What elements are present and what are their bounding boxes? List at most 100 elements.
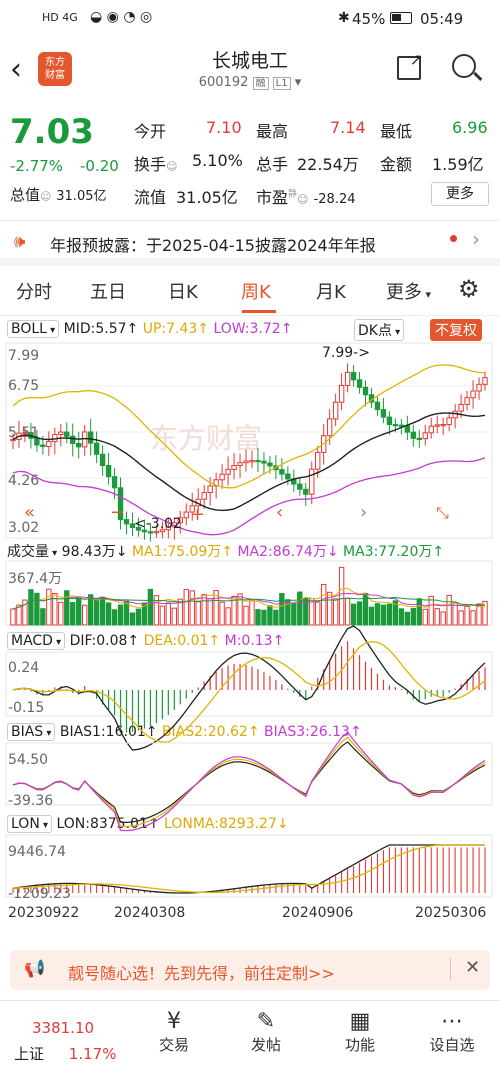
candle-body <box>207 485 213 494</box>
zoom-out-icon[interactable]: − <box>110 502 125 523</box>
turnover-value: 5.10% <box>192 151 243 170</box>
volume-bar <box>434 608 440 626</box>
volume-bar <box>58 601 64 626</box>
volume-bar <box>416 598 422 626</box>
low-value: 6.96 <box>452 118 488 137</box>
candle-body <box>279 469 285 475</box>
settings-icon[interactable]: ⚙ <box>458 275 480 303</box>
volume-bar <box>201 594 207 626</box>
share-icon[interactable]: ↗ <box>397 50 423 80</box>
bottom-nav: 3381.10 上证 1.17% ¥ 交易 ✎ 发帖 ▦ 功能 ⋯ 设自选 <box>0 1000 500 1083</box>
volume-bar <box>368 606 375 626</box>
boll-y-label: 4.26 <box>8 473 39 489</box>
tab-weekly-k[interactable]: 周K <box>241 278 271 304</box>
volume-bar <box>374 603 381 626</box>
candle-body <box>10 438 16 442</box>
low-label: 最低 <box>380 122 413 141</box>
volume-label: 总手 <box>256 155 289 174</box>
more-dots-icon: ⋯ <box>441 1009 463 1034</box>
candle-body <box>201 492 207 500</box>
volume-bar <box>243 605 249 626</box>
kline-chart[interactable]: 东方财富 7.99 6.75 5.51 4.26 3.02 7.99-> <-3… <box>0 340 500 920</box>
candle-body <box>231 465 237 470</box>
stock-title: 长城电工 <box>211 50 288 72</box>
zoom-in-icon[interactable]: + <box>190 504 205 525</box>
volume-bar <box>34 592 40 626</box>
tab-five-day[interactable]: 五日 <box>90 278 126 304</box>
float-label: 流值 <box>134 188 167 207</box>
candle-body <box>404 425 411 433</box>
volume-bar <box>64 590 70 626</box>
candle-body <box>338 384 345 403</box>
volume-bar <box>111 609 118 626</box>
watermark: 东方财富 <box>150 423 262 454</box>
volume-bar <box>225 607 231 626</box>
yen-icon: ¥ <box>167 1009 181 1034</box>
speaker-icon: 🕪 <box>14 231 26 252</box>
candle-body <box>392 424 399 427</box>
fullscreen-icon[interactable]: ⤡ <box>436 503 449 522</box>
search-icon[interactable] <box>452 54 483 81</box>
tab-intraday[interactable]: 分时 <box>16 278 52 304</box>
index-ticker[interactable]: 3381.10 上证 1.17% <box>14 1019 124 1064</box>
stock-code-line: 600192 融 L1 ▾ <box>198 75 302 90</box>
volume-bar <box>338 566 345 626</box>
turnover-row: 换手☺ <box>134 155 178 174</box>
volume-bar <box>183 588 189 626</box>
candle-body <box>46 440 52 448</box>
candle-body <box>326 418 333 437</box>
min-note: <-3.02 <box>134 516 182 532</box>
megaphone-icon: 📢 <box>24 959 46 979</box>
more-button[interactable]: 更多 <box>431 182 489 206</box>
tab-monthly-k[interactable]: 月K <box>316 278 346 304</box>
candle-body <box>99 453 106 466</box>
lon-top-label: 9446.74 <box>8 844 66 860</box>
candle-body <box>374 401 381 411</box>
tab-more[interactable]: 更多 ▾ <box>386 278 431 304</box>
open-label: 今开 <box>134 122 167 141</box>
volume-bar <box>350 603 357 626</box>
period-tabs: 分时 五日 日K 周K 月K 更多 ▾ ⚙ <box>0 266 500 316</box>
nav-watchlist-settings[interactable]: ⋯ 设自选 <box>412 1009 492 1055</box>
back-icon[interactable]: ‹ <box>10 52 22 87</box>
volume-bar <box>171 607 177 626</box>
scroll-left-icon[interactable]: « <box>24 502 35 523</box>
volume-bar <box>291 602 297 626</box>
volume-bar <box>380 604 387 626</box>
pe-row: 市盈静☺ -28.24 <box>256 188 356 207</box>
dk-button[interactable]: DK点 ▾ <box>354 319 405 341</box>
volume-bar <box>332 598 339 626</box>
bias3-line <box>12 731 486 832</box>
candle-body <box>76 442 82 448</box>
index-name: 上证 <box>14 1045 45 1063</box>
tab-daily-k[interactable]: 日K <box>168 278 198 304</box>
volume-bar <box>129 612 136 626</box>
step-left-icon[interactable]: ‹ <box>276 502 283 523</box>
volume-bar <box>297 591 303 626</box>
mktcap-row: 总值☺ 31.05亿 <box>10 186 107 204</box>
candle-body <box>410 431 416 439</box>
date-label: 20240308 <box>114 905 185 920</box>
volume-bar <box>28 589 34 626</box>
ad-banner[interactable]: 📢 靓号随心选！先到先得，前往定制>> ✕ <box>10 950 490 990</box>
boll-selector[interactable]: BOLL ▾ <box>7 320 60 338</box>
nav-post[interactable]: ✎ 发帖 <box>226 1009 306 1055</box>
candle-body <box>237 462 243 467</box>
volume-bar <box>422 608 428 626</box>
step-right-icon[interactable]: › <box>360 502 367 523</box>
nav-functions[interactable]: ▦ 功能 <box>320 1009 400 1055</box>
nav-trade[interactable]: ¥ 交易 <box>134 1009 214 1055</box>
candle-body <box>40 444 46 448</box>
volume-bar <box>93 599 100 626</box>
candle-body <box>111 476 118 489</box>
grid-icon: ▦ <box>349 1009 371 1034</box>
notice-bar[interactable]: 🕪 年报预披露：于2025-04-15披露2024年年报 › <box>0 220 500 266</box>
macd-top-label: 0.24 <box>8 660 39 676</box>
volume-bar <box>105 602 112 626</box>
candle-body <box>303 488 309 495</box>
fq-button[interactable]: 不复权 <box>430 319 482 341</box>
close-icon[interactable]: ✕ <box>465 957 480 978</box>
date-label: 20250306 <box>415 905 486 920</box>
clock: 05:49 <box>420 10 464 28</box>
volume-bar <box>470 610 476 626</box>
